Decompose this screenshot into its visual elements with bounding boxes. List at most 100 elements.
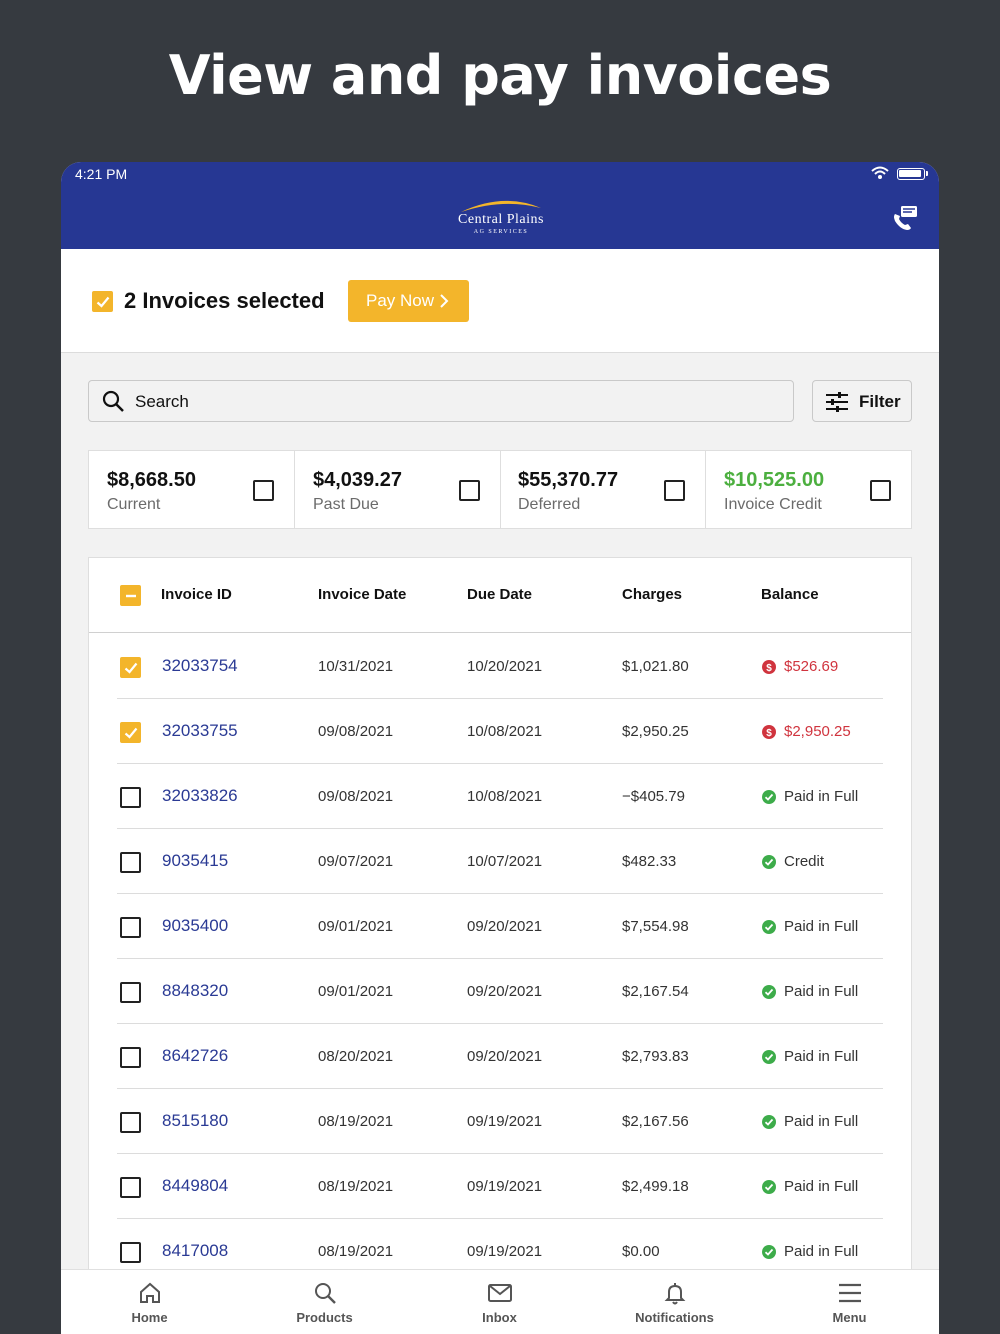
selection-checkbox[interactable] xyxy=(92,291,113,312)
row-checkbox[interactable] xyxy=(120,982,141,1003)
charges: −$405.79 xyxy=(622,788,685,805)
table-row[interactable]: 9035415 09/07/2021 10/07/2021 $482.33 Credit xyxy=(117,829,883,894)
dollar-alert-icon: $ xyxy=(762,725,776,739)
sliders-icon xyxy=(826,392,848,412)
tab-products[interactable]: Products xyxy=(237,1270,412,1334)
checkmark-icon xyxy=(96,296,110,308)
balance-summary: $8,668.50 Current $4,039.27 Past Due $55… xyxy=(88,450,912,529)
dollar-alert-icon: $ xyxy=(762,660,776,674)
invoice-id-link[interactable]: 8515180 xyxy=(162,1111,228,1131)
due-date: 10/07/2021 xyxy=(467,853,543,870)
table-row[interactable]: 8515180 08/19/2021 09/19/2021 $2,167.56 Paid… xyxy=(117,1089,883,1154)
invoice-id-link[interactable]: 32033754 xyxy=(162,656,238,676)
pay-now-button[interactable]: Pay Now xyxy=(348,280,469,322)
search-input[interactable]: Search xyxy=(88,380,794,422)
summary-checkbox[interactable] xyxy=(459,480,480,501)
summary-checkbox[interactable] xyxy=(870,480,891,501)
tab-label: Products xyxy=(296,1310,353,1325)
row-checkbox[interactable] xyxy=(120,1047,141,1068)
brand-name: Central Plains xyxy=(458,212,544,227)
invoice-id-link[interactable]: 32033755 xyxy=(162,721,238,741)
chevron-right-icon xyxy=(440,294,449,308)
checkmark-icon xyxy=(124,662,138,674)
table-row[interactable]: 9035400 09/01/2021 09/20/2021 $7,554.98 Paid… xyxy=(117,894,883,959)
wifi-icon xyxy=(871,166,889,179)
svg-text:$: $ xyxy=(766,728,772,739)
headline: View and pay invoices xyxy=(168,44,832,107)
table-row[interactable]: 8642726 08/20/2021 09/20/2021 $2,793.83 Paid… xyxy=(117,1024,883,1089)
row-checkbox[interactable] xyxy=(120,657,141,678)
filter-button[interactable]: Filter xyxy=(812,380,912,422)
check-circle-icon xyxy=(762,1115,776,1129)
due-date: 10/20/2021 xyxy=(467,658,543,675)
summary-past-due: $4,039.27 Past Due xyxy=(295,451,501,528)
pay-now-label: Pay Now xyxy=(366,291,435,310)
invoice-date: 09/01/2021 xyxy=(318,983,394,1000)
due-date: 10/08/2021 xyxy=(467,788,543,805)
tab-label: Home xyxy=(131,1310,168,1325)
app-header: 4:21 PM Central Plains AG SERVICES xyxy=(61,162,939,249)
row-checkbox[interactable] xyxy=(120,852,141,873)
tab-notifications[interactable]: Notifications xyxy=(587,1270,762,1334)
search-icon xyxy=(102,390,124,412)
table-row[interactable]: 32033754 10/31/2021 10/20/2021 $1,021.80 $ $5… xyxy=(117,634,883,699)
summary-label: Current xyxy=(107,496,161,513)
due-date: 09/19/2021 xyxy=(467,1243,543,1260)
summary-amount: $8,668.50 xyxy=(107,469,196,491)
col-invoice-id[interactable]: Invoice ID xyxy=(161,586,232,603)
balance-value: Paid in Full xyxy=(784,983,859,1000)
col-invoice-date[interactable]: Invoice Date xyxy=(318,586,406,603)
status-time: 4:21 PM xyxy=(75,166,128,182)
charges: $0.00 xyxy=(622,1243,660,1260)
row-checkbox[interactable] xyxy=(120,917,141,938)
summary-checkbox[interactable] xyxy=(253,480,274,501)
invoice-id-link[interactable]: 8642726 xyxy=(162,1046,228,1066)
tab-menu[interactable]: Menu xyxy=(762,1270,937,1334)
invoice-id-link[interactable]: 8449804 xyxy=(162,1176,228,1196)
due-date: 09/20/2021 xyxy=(467,918,543,935)
check-circle-icon xyxy=(762,1245,776,1259)
invoice-id-link[interactable]: 8417008 xyxy=(162,1241,228,1261)
due-date: 09/20/2021 xyxy=(467,983,543,1000)
invoice-date: 09/07/2021 xyxy=(318,853,394,870)
contact-phone-icon[interactable] xyxy=(889,202,921,234)
bottom-tab-bar: Home Products Inbox Notifications Menu xyxy=(61,1269,939,1334)
invoice-id-link[interactable]: 9035415 xyxy=(162,851,228,871)
invoice-table: Invoice ID Invoice Date Due Date Charges… xyxy=(88,557,912,1297)
col-balance[interactable]: Balance xyxy=(761,586,819,603)
check-circle-icon xyxy=(762,1050,776,1064)
charges: $7,554.98 xyxy=(622,918,689,935)
summary-checkbox[interactable] xyxy=(664,480,685,501)
select-all-checkbox[interactable] xyxy=(120,585,141,606)
tab-inbox[interactable]: Inbox xyxy=(412,1270,587,1334)
invoice-id-link[interactable]: 32033826 xyxy=(162,786,238,806)
charges: $2,167.54 xyxy=(622,983,689,1000)
table-row[interactable]: 32033755 09/08/2021 10/08/2021 $2,950.25 $ $2… xyxy=(117,699,883,764)
due-date: 09/19/2021 xyxy=(467,1178,543,1195)
table-row[interactable]: 32033826 09/08/2021 10/08/2021 −$405.79 Paid… xyxy=(117,764,883,829)
col-charges[interactable]: Charges xyxy=(622,586,682,603)
summary-label: Past Due xyxy=(313,496,379,513)
invoice-id-link[interactable]: 8848320 xyxy=(162,981,228,1001)
balance-value: Credit xyxy=(784,853,825,870)
due-date: 10/08/2021 xyxy=(467,723,543,740)
tab-label: Inbox xyxy=(482,1310,517,1325)
check-circle-icon xyxy=(762,790,776,804)
envelope-icon xyxy=(488,1284,512,1302)
summary-current: $8,668.50 Current xyxy=(89,451,295,528)
row-checkbox[interactable] xyxy=(120,1242,141,1263)
table-row[interactable]: 8848320 09/01/2021 09/20/2021 $2,167.54 Paid… xyxy=(117,959,883,1024)
row-checkbox[interactable] xyxy=(120,787,141,808)
tab-home[interactable]: Home xyxy=(62,1270,237,1334)
row-checkbox[interactable] xyxy=(120,1112,141,1133)
row-checkbox[interactable] xyxy=(120,722,141,743)
invoice-id-link[interactable]: 9035400 xyxy=(162,916,228,936)
row-checkbox[interactable] xyxy=(120,1177,141,1198)
invoice-date: 08/19/2021 xyxy=(318,1178,394,1195)
col-due-date[interactable]: Due Date xyxy=(467,586,532,603)
check-circle-icon xyxy=(762,985,776,999)
invoice-date: 08/20/2021 xyxy=(318,1048,394,1065)
table-row[interactable]: 8449804 08/19/2021 09/19/2021 $2,499.18 Paid… xyxy=(117,1154,883,1219)
balance-value: Paid in Full xyxy=(784,1048,859,1065)
summary-label: Deferred xyxy=(518,496,581,513)
